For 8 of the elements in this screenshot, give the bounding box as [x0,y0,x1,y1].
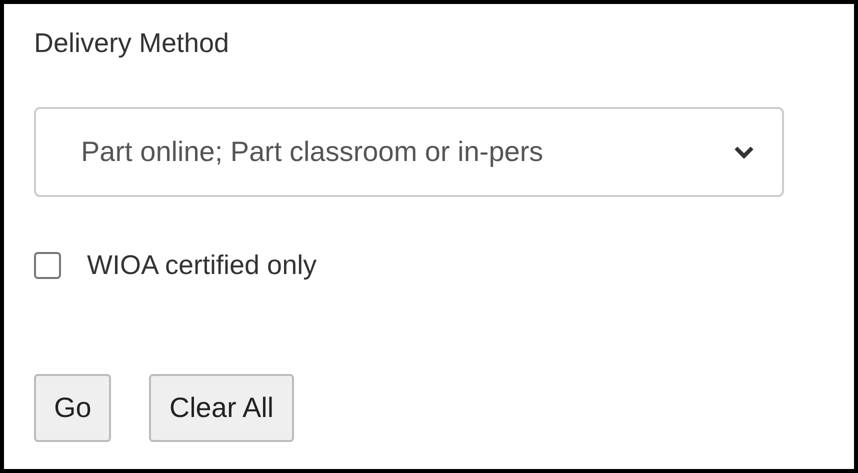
chevron-down-icon [734,145,754,159]
checkbox-label: WIOA certified only [87,249,317,282]
dropdown-value: Part online; Part classroom or in-pers [81,135,544,169]
field-label: Delivery Method [34,30,230,57]
clear-all-button[interactable]: Clear All [149,374,294,442]
delivery-method-dropdown[interactable]: Part online; Part classroom or in-pers [34,107,784,197]
go-button[interactable]: Go [34,374,112,442]
checkbox[interactable] [34,252,61,279]
